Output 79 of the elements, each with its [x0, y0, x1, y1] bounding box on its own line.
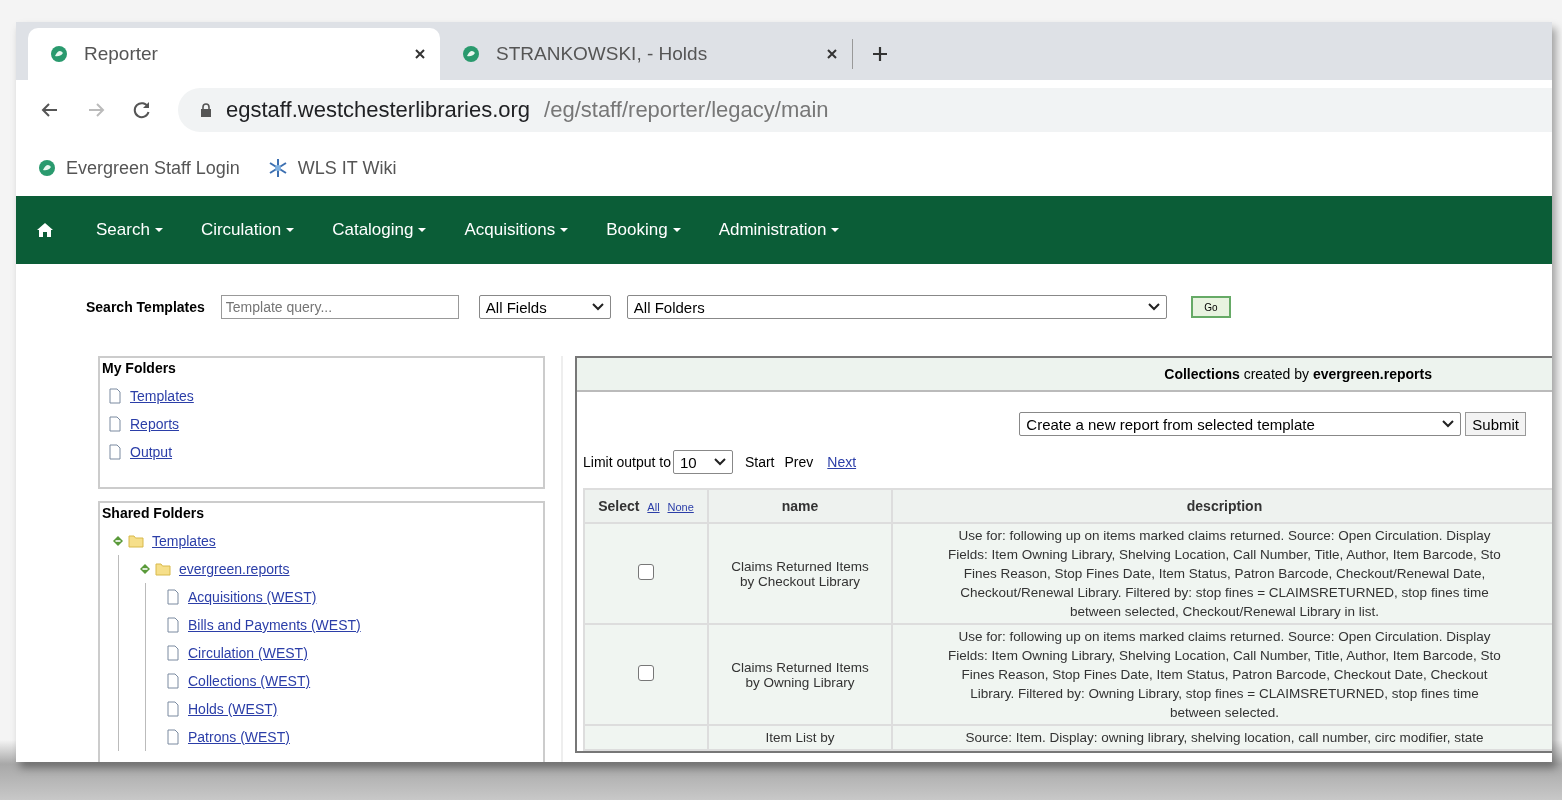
folder-link[interactable]: Templates: [130, 388, 194, 404]
document-icon: [166, 701, 180, 717]
template-folder-link[interactable]: Holds (WEST): [188, 701, 278, 717]
browser-tab[interactable]: STRANKOWSKI, - Holds: [440, 28, 852, 80]
template-name: Claims Returned Items by Owning Library: [708, 624, 892, 725]
reload-icon[interactable]: [132, 100, 152, 120]
template-folder-link[interactable]: Acquisitions (WEST): [188, 589, 317, 605]
go-button[interactable]: Go: [1190, 296, 1231, 318]
url-path: /eg/staff/reporter/legacy/main: [544, 97, 829, 123]
collection-title: Collections created by evergreen.reports: [1164, 366, 1432, 382]
evergreen-icon: [462, 45, 480, 63]
template-description: Use for: following up on items marked claims returned. Source: Open Circulation. Display Fields: Item Owning Library, Shelving Location, Call Number, Title, Author, Item Barcode, Sto Fines Reason, Stop Fines Date, Item Status, Patron Barcode, Checkout Date, Checkout Library. Filtered by: Owning Library, stop fines = CLAIMSRETURNED, stop fines time between selected.: [892, 624, 1552, 725]
folder-icon: [128, 534, 144, 548]
chevron-down-icon: [713, 458, 726, 466]
template-name: Claims Returned Items by Checkout Library: [708, 523, 892, 624]
close-icon[interactable]: [414, 48, 426, 60]
document-icon: [108, 416, 122, 432]
nav-menu[interactable]: Circulation: [200, 220, 295, 240]
nav-menu[interactable]: Search: [96, 220, 163, 240]
prev-label: Prev: [784, 454, 814, 470]
document-icon: [166, 673, 180, 689]
column-header: name: [708, 489, 892, 523]
template-search-field[interactable]: Template query...: [220, 295, 459, 319]
checkbox[interactable]: [638, 665, 654, 681]
template-description: Use for: following up on items marked claims returned. Source: Open Circulation. Display Fields: Item Owning Library, Shelving Location, Call Number, Title, Author, Item Barcode, Sto Fines Reason, Stop Fines Date, Item Status, Patron Barcode, Checkout/Renewal Date, Checkout/Renewal Library. Filtered by: stop fines = CLAIMSRETURNED, stop fines time between selected, Checkout/Renewal Library in list.: [892, 523, 1552, 624]
document-icon: [108, 388, 122, 404]
chevron-down-icon: [1442, 420, 1455, 428]
document-icon: [166, 645, 180, 661]
collapse-icon[interactable]: [139, 563, 151, 575]
bookmark[interactable]: WLS IT Wiki: [267, 157, 397, 179]
template-name: Item List by: [708, 725, 892, 750]
start-label: Start: [744, 454, 775, 470]
url-host: egstaff.westchesterlibraries.org: [226, 97, 531, 123]
panel-title: Shared Folders: [102, 505, 205, 521]
field-dropdown[interactable]: All Fields: [478, 295, 611, 319]
limit-dropdown[interactable]: 10: [672, 450, 733, 474]
snowflake-icon: [267, 158, 288, 178]
chevron-down-icon: [591, 303, 604, 311]
checkbox[interactable]: [638, 564, 654, 580]
address-bar[interactable]: egstaff.westchesterlibraries.org /eg/staff/reporter/legacy/main: [178, 88, 1552, 132]
folder-link[interactable]: Templates: [152, 533, 216, 549]
lock-icon: [200, 103, 212, 117]
action-dropdown[interactable]: Create a new report from selected template: [1019, 412, 1462, 436]
bookmark[interactable]: Evergreen Staff Login: [38, 157, 240, 179]
new-tab-icon[interactable]: [871, 45, 889, 63]
folder-icon: [155, 562, 171, 576]
panel-title: My Folders: [102, 360, 177, 376]
template-folder-link[interactable]: Collections (WEST): [188, 673, 311, 689]
chevron-down-icon: [1147, 303, 1160, 311]
submit-button[interactable]: Submit: [1465, 412, 1526, 436]
browser-tab[interactable]: Reporter: [28, 28, 440, 80]
folder-link[interactable]: evergreen.reports: [179, 561, 290, 577]
column-header: description: [892, 489, 1552, 523]
select-label: Select: [598, 498, 640, 514]
evergreen-icon: [50, 45, 68, 63]
select-all-link[interactable]: All: [647, 501, 660, 513]
evergreen-icon: [38, 159, 56, 177]
template-description: Source: Item. Display: owning library, shelving location, call number, circ modifier, state: [892, 725, 1552, 750]
document-icon: [166, 729, 180, 745]
nav-menu[interactable]: Cataloging: [332, 220, 427, 240]
template-folder-link[interactable]: Circulation (WEST): [188, 645, 308, 661]
nav-menu[interactable]: Acquisitions: [464, 220, 569, 240]
nav-menu[interactable]: Booking: [606, 220, 681, 240]
nav-menu[interactable]: Administration: [718, 220, 840, 240]
next-link[interactable]: Next: [827, 454, 857, 470]
document-icon: [166, 617, 180, 633]
template-folder-link[interactable]: Patrons (WEST): [188, 729, 290, 745]
close-icon[interactable]: [826, 48, 838, 60]
folder-dropdown[interactable]: All Folders: [626, 295, 1167, 319]
limit-label: Limit output to: [583, 454, 671, 470]
document-icon: [108, 444, 122, 460]
select-none-link[interactable]: None: [667, 501, 694, 513]
search-label: Search Templates: [86, 299, 205, 315]
document-icon: [166, 589, 180, 605]
folder-link[interactable]: Reports: [130, 416, 180, 432]
template-folder-link[interactable]: Bills and Payments (WEST): [188, 617, 361, 633]
collapse-icon[interactable]: [112, 535, 124, 547]
folder-link[interactable]: Output: [130, 444, 173, 460]
home-icon[interactable]: [36, 222, 54, 238]
